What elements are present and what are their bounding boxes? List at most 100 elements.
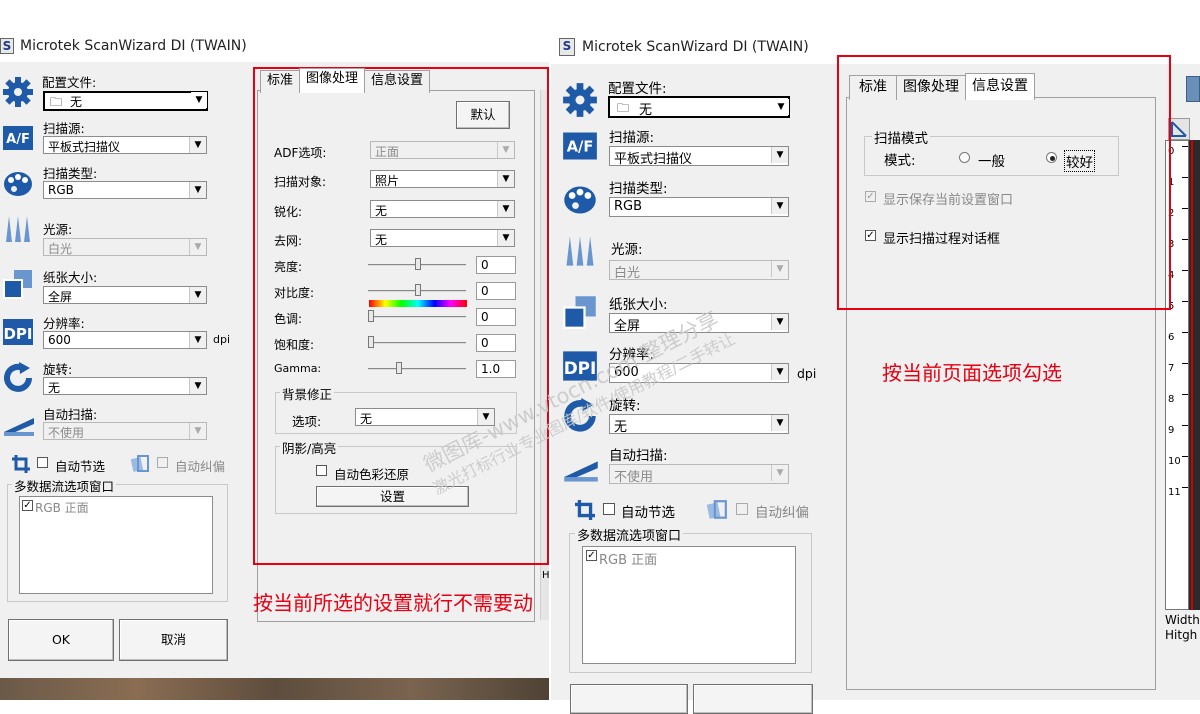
chevron-down-icon: ▼ [189, 287, 206, 303]
auto-scan-label: 自动扫描: [609, 448, 668, 464]
left-highlight-box [253, 67, 549, 565]
paper-size-label: 纸张大小: [609, 297, 668, 313]
ruler-tick [1182, 146, 1188, 147]
auto-scan-icon [562, 450, 600, 484]
light-source-select[interactable]: 白光 ▼ [609, 260, 789, 281]
chevron-down-icon: ▼ [771, 198, 788, 214]
scan-type-label: 扫描类型: [609, 181, 668, 197]
gear-icon [2, 76, 34, 108]
config-file-select[interactable]: 🗀 无 ▼ [43, 91, 208, 111]
ok-button[interactable] [570, 684, 688, 714]
scan-source-label: 扫描源: [609, 130, 655, 146]
chevron-down-icon: ▼ [771, 465, 788, 481]
ruler-tick [1182, 177, 1188, 178]
adf-scanner-icon: A/F [2, 124, 34, 152]
chevron-down-icon: ▼ [191, 92, 207, 108]
scan-source-label: 扫描源: [43, 121, 85, 136]
ruler-tick [1182, 301, 1188, 302]
tab-info-settings[interactable]: 信息设置 [965, 73, 1035, 100]
resolution-label: 分辨率: [43, 316, 85, 331]
ruler-tick [1182, 332, 1188, 333]
auto-crop-checkbox[interactable] [603, 503, 615, 515]
light-source-label: 光源: [43, 222, 73, 237]
ok-button[interactable]: OK [8, 619, 114, 661]
folder-icon: 🗀 [617, 101, 630, 115]
scan-type-select[interactable]: RGB ▼ [43, 181, 207, 199]
ruler-tick [1182, 456, 1188, 457]
chevron-down-icon: ▼ [771, 314, 788, 330]
ruler-tick-label: 11 [1168, 487, 1181, 498]
light-source-icon [562, 234, 598, 268]
width-label: Width: [1165, 613, 1200, 627]
rgb-front-label: RGB 正面 [35, 501, 89, 515]
ruler-tick-label: 10 [1168, 456, 1181, 467]
light-source-icon [2, 214, 34, 244]
light-source-value: 白光 [48, 242, 73, 256]
palette-icon [562, 182, 598, 218]
scan-type-select[interactable]: RGB ▼ [609, 197, 789, 217]
svg-text:DPI: DPI [3, 325, 32, 343]
auto-scan-select[interactable]: 不使用 ▼ [43, 422, 207, 440]
chevron-down-icon: ▼ [773, 99, 789, 115]
ruler-tick [1182, 239, 1188, 240]
chevron-down-icon: ▼ [771, 415, 788, 431]
crop-icon [12, 455, 30, 473]
config-file-value: 无 [639, 103, 653, 118]
left-title-bar: S Microtek ScanWizard DI (TWAIN) [0, 30, 549, 62]
ruler-tick-label: 8 [1168, 394, 1175, 405]
window-title: Microtek ScanWizard DI (TWAIN) [582, 39, 809, 55]
scan-source-select[interactable]: 平板式扫描仪 ▼ [609, 146, 789, 167]
cancel-button[interactable]: 取消 [119, 619, 228, 661]
preview-edge-line [1191, 140, 1193, 610]
app-logo-icon: S [0, 38, 14, 54]
paper-size-value: 全屏 [48, 290, 73, 304]
chevron-down-icon: ▼ [189, 423, 206, 439]
ruler-tick [1182, 363, 1188, 364]
rgb-front-checkbox[interactable]: ✓ [22, 500, 33, 511]
scan-source-value: 平板式扫描仪 [614, 152, 693, 167]
deskew-icon [706, 500, 728, 520]
config-file-value: 无 [70, 95, 83, 109]
rotate-icon [2, 362, 34, 394]
auto-crop-checkbox[interactable] [37, 457, 48, 468]
paper-size-value: 全屏 [614, 319, 641, 334]
paper-size-icon [562, 294, 598, 330]
svg-text:A/F: A/F [567, 139, 594, 156]
preview-toolbar-icon[interactable] [1186, 76, 1200, 102]
ruler-tick [1182, 394, 1188, 395]
auto-scan-select[interactable]: 不使用 ▼ [609, 464, 789, 485]
chevron-down-icon: ▼ [189, 137, 206, 153]
tab-image-processing-label: 图像处理 [305, 71, 358, 86]
chevron-down-icon: ▼ [189, 182, 206, 198]
rotation-label: 旋转: [43, 362, 73, 377]
left-edge-char: H [542, 570, 550, 581]
auto-crop-label: 自动节选 [621, 505, 675, 521]
paper-size-select[interactable]: 全屏 ▼ [43, 286, 207, 304]
auto-scan-label: 自动扫描: [43, 407, 98, 422]
auto-deskew-label: 自动纠偏 [755, 505, 809, 521]
chevron-down-icon: ▼ [189, 332, 206, 348]
auto-deskew-checkbox[interactable] [157, 457, 168, 468]
ruler-tick [1182, 270, 1188, 271]
rotation-value: 无 [614, 420, 628, 435]
light-source-label: 光源: [611, 242, 643, 258]
multistream-group-title: 多数据流选项窗口 [575, 525, 684, 544]
app-logo-icon: S [559, 38, 575, 56]
tab-image-processing[interactable]: 图像处理 [299, 68, 365, 93]
light-source-select[interactable]: 白光 ▼ [43, 238, 207, 256]
auto-deskew-label: 自动纠偏 [175, 459, 226, 474]
rotation-select[interactable]: 无 ▼ [609, 414, 789, 435]
scan-source-select[interactable]: 平板式扫描仪 ▼ [43, 136, 207, 154]
rgb-front-checkbox[interactable]: ✓ [586, 550, 597, 561]
cancel-button[interactable] [693, 684, 813, 714]
auto-deskew-checkbox[interactable] [736, 503, 748, 515]
scan-source-value: 平板式扫描仪 [48, 140, 121, 154]
ok-button-label: OK [51, 632, 71, 647]
ruler-tick-label: 9 [1168, 425, 1175, 436]
ruler-corner-icon [1168, 118, 1190, 140]
resolution-select[interactable]: 600 ▼ [43, 331, 207, 349]
rotation-select[interactable]: 无 ▼ [43, 377, 207, 395]
config-file-select[interactable]: 🗀 无 ▼ [608, 96, 790, 118]
auto-crop-label: 自动节选 [55, 459, 106, 474]
tab-info-settings-label: 信息设置 [972, 78, 1028, 94]
